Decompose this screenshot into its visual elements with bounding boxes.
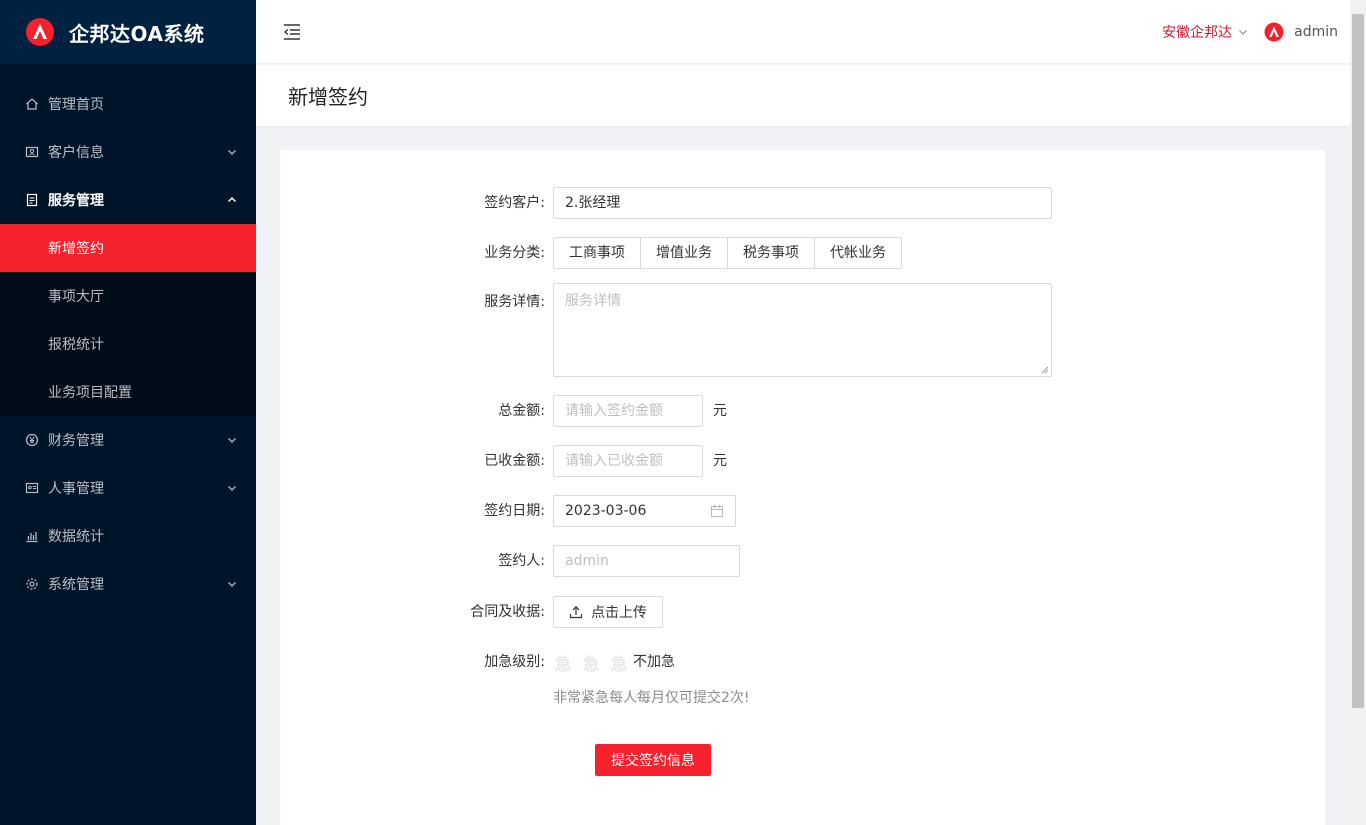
urgency-level-1[interactable]: 急 [553, 652, 573, 675]
header-right: 安徽企邦达 admin [1162, 22, 1350, 42]
sidebar-menu: 管理首页 客户信息 服务管理 新增签约 事项大厅 报税统计 业务项目配置 财务管… [0, 80, 256, 608]
sidebar-item-hr[interactable]: 人事管理 [0, 464, 256, 512]
signer-label: 签约人: [498, 553, 545, 569]
form-card: 签约客户: 2.张经理 业务分类: 工商事项 增值业务 税务事项 代帐业务 服务… [280, 150, 1325, 825]
form-row-category: 业务分类: 工商事项 增值业务 税务事项 代帐业务 [280, 237, 902, 269]
urgency-rate: 急 急 急 不加急 [553, 646, 676, 678]
category-option-bookkeeping[interactable]: 代帐业务 [815, 237, 902, 269]
urgency-level-3[interactable]: 急 [609, 652, 629, 675]
chevron-down-icon [226, 482, 238, 494]
top-header: 安徽企邦达 admin [256, 0, 1350, 64]
home-icon [24, 96, 40, 112]
date-value: 2023-03-06 [565, 503, 647, 519]
gear-icon [24, 576, 40, 592]
form-row-contract: 合同及收据: 点击上传 [280, 596, 663, 628]
page-header: 新增签约 [256, 65, 1350, 127]
service-submenu: 新增签约 事项大厅 报税统计 业务项目配置 [0, 224, 256, 416]
form-row-urgency: 加急级别: 急 急 急 不加急 [280, 646, 675, 678]
chevron-down-icon [226, 578, 238, 590]
brand: 企邦达OA系统 [0, 0, 256, 64]
form-row-date: 签约日期: 2023-03-06 [280, 495, 736, 527]
chevron-down-icon [1239, 29, 1248, 35]
category-option-value-added[interactable]: 增值业务 [641, 237, 728, 269]
detail-placeholder: 服务详情 [565, 293, 621, 309]
customer-card-icon [24, 144, 40, 160]
sidebar-item-customers[interactable]: 客户信息 [0, 128, 256, 176]
page-title: 新增签约 [288, 85, 368, 109]
chevron-down-icon [226, 434, 238, 446]
upload-icon [569, 605, 583, 619]
total-amount-input[interactable]: 请输入签约金额 [553, 395, 703, 427]
detail-textarea[interactable]: 服务详情 [553, 283, 1052, 377]
total-label: 总金额: [498, 403, 545, 419]
sidebar-subitem-project-config[interactable]: 业务项目配置 [0, 368, 256, 416]
page-scrollbar[interactable] [1350, 0, 1366, 825]
submit-contract-button[interactable]: 提交签约信息 [595, 744, 711, 776]
sidebar-item-statistics[interactable]: 数据统计 [0, 512, 256, 560]
logo-icon [26, 18, 54, 46]
chevron-down-icon [226, 146, 238, 158]
sidebar-item-finance[interactable]: 财务管理 [0, 416, 256, 464]
form-row-total: 总金额: 请输入签约金额 元 [280, 395, 727, 427]
form-row-customer: 签约客户: 2.张经理 [280, 187, 1052, 219]
sidebar-item-service[interactable]: 服务管理 [0, 176, 256, 224]
sidebar-item-system[interactable]: 系统管理 [0, 560, 256, 608]
customer-select[interactable]: 2.张经理 [553, 187, 1052, 219]
category-option-business[interactable]: 工商事项 [553, 237, 641, 269]
date-label: 签约日期: [484, 503, 545, 519]
customer-label: 签约客户: [484, 195, 545, 211]
contract-label: 合同及收据: [470, 604, 545, 620]
chevron-up-icon [226, 194, 238, 206]
received-label: 已收金额: [484, 453, 545, 469]
service-doc-icon [24, 192, 40, 208]
received-unit: 元 [713, 453, 727, 469]
scrollbar-thumb[interactable] [1352, 14, 1364, 708]
urgency-label: 加急级别: [484, 654, 545, 670]
sidebar: 企邦达OA系统 管理首页 客户信息 服务管理 新增签约 事项大厅 报税统计 业务… [0, 0, 256, 825]
urgency-value-text: 不加急 [633, 654, 675, 670]
upload-button-label: 点击上传 [591, 605, 647, 621]
id-card-icon [24, 480, 40, 496]
signer-input[interactable]: admin [553, 545, 740, 577]
upload-button[interactable]: 点击上传 [553, 596, 663, 628]
sidebar-subitem-new-contract[interactable]: 新增签约 [0, 224, 256, 272]
form-row-received: 已收金额: 请输入已收金额 元 [280, 445, 727, 477]
calendar-icon [710, 505, 724, 518]
brand-title: 企邦达OA系统 [69, 21, 205, 46]
category-option-tax[interactable]: 税务事项 [728, 237, 815, 269]
username[interactable]: admin [1294, 24, 1338, 40]
sidebar-subitem-task-hall[interactable]: 事项大厅 [0, 272, 256, 320]
bar-chart-icon [24, 528, 40, 544]
sidebar-item-home[interactable]: 管理首页 [0, 80, 256, 128]
resize-grip-icon[interactable] [1041, 366, 1049, 374]
form-row-detail: 服务详情: 服务详情 [280, 283, 1052, 377]
company-name: 安徽企邦达 [1162, 24, 1233, 41]
category-label: 业务分类: [484, 245, 545, 261]
received-amount-input[interactable]: 请输入已收金额 [553, 445, 703, 477]
total-unit: 元 [713, 403, 727, 419]
company-switcher[interactable]: 安徽企邦达 [1162, 22, 1248, 42]
detail-label: 服务详情: [484, 294, 545, 310]
category-radio-group: 工商事项 增值业务 税务事项 代帐业务 [553, 237, 902, 269]
urgency-level-2[interactable]: 急 [581, 652, 601, 675]
sidebar-subitem-tax-stats[interactable]: 报税统计 [0, 320, 256, 368]
menu-fold-icon[interactable] [280, 20, 304, 44]
date-picker[interactable]: 2023-03-06 [553, 495, 736, 527]
form-row-signer: 签约人: admin [280, 545, 740, 577]
urgency-hint: 非常紧急每人每月仅可提交2次! [553, 690, 750, 706]
yen-icon [24, 432, 40, 448]
avatar[interactable] [1264, 22, 1284, 42]
